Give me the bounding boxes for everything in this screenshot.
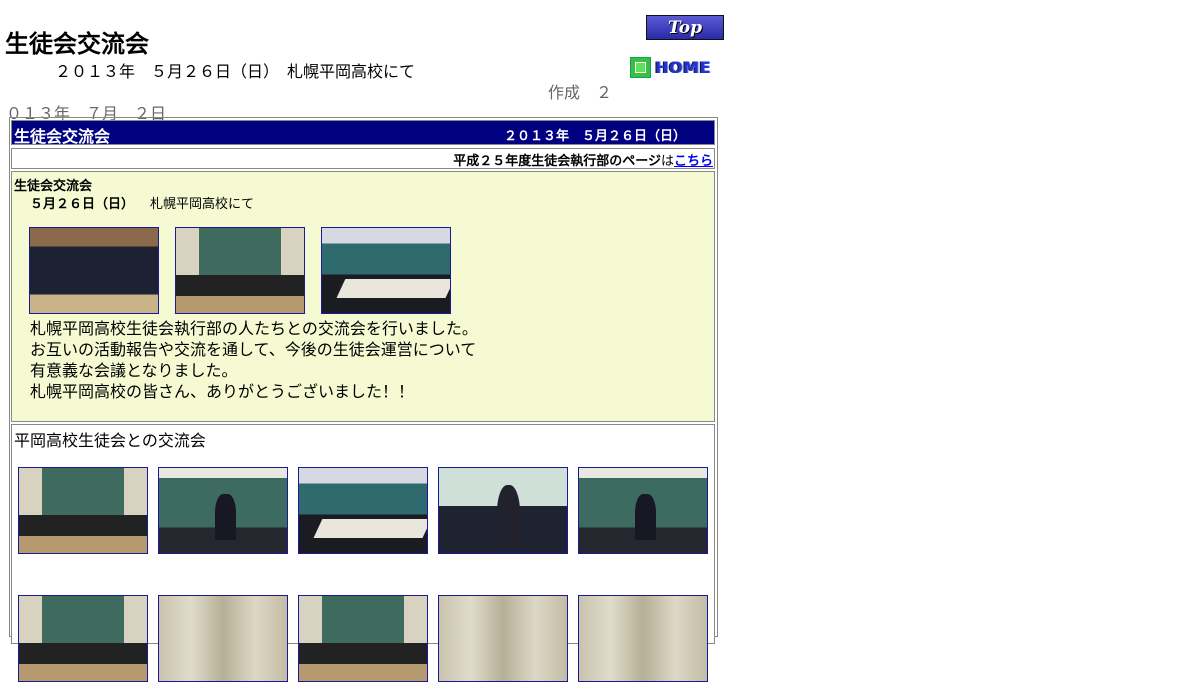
summary-place: 札幌平岡高校にて — [150, 197, 255, 212]
summary-body-line: お互いの活動報告や交流を通して、今後の生徒会運営について — [30, 340, 477, 359]
summary-body: 札幌平岡高校生徒会執行部の人たちとの交流会を行いました。 お互いの活動報告や交流… — [30, 318, 478, 402]
home-button[interactable]: HOME — [630, 56, 720, 79]
gallery-photo[interactable] — [298, 595, 428, 682]
gallery-photo[interactable] — [298, 467, 428, 554]
home-button-label: HOME — [655, 58, 711, 77]
summary-body-line: 札幌平岡高校の皆さん、ありがとうございました！！ — [30, 382, 415, 401]
gallery-section: 平岡高校生徒会との交流会 — [11, 424, 715, 682]
summary-body-line: 有意義な会議となりました。 — [30, 361, 238, 380]
page-title: 生徒会交流会 — [5, 30, 149, 58]
top-button[interactable]: Top — [646, 15, 724, 40]
photo-meeting-room-thumbnail[interactable] — [175, 227, 305, 314]
title-bar-text: 生徒会交流会 — [14, 127, 111, 146]
gallery-photo[interactable] — [158, 595, 288, 682]
title-bar-date: ２０１３年 ５月２６日（日） — [503, 129, 686, 144]
gallery-photo[interactable] — [578, 595, 708, 682]
summary-section: 生徒会交流会 ５月２６日（日） 札幌平岡高校にて 札幌平岡高校生徒会執行部の人たち… — [11, 171, 715, 422]
summary-date-line: ５月２６日（日） 札幌平岡高校にて — [30, 193, 254, 212]
link-particle: は — [660, 154, 674, 169]
photo-table-thumbnail[interactable] — [321, 227, 451, 314]
executive-page-link[interactable]: こちら — [674, 154, 713, 169]
photo-group-thumbnail[interactable] — [29, 227, 159, 314]
gallery-photo[interactable] — [18, 467, 148, 554]
gallery-photo[interactable] — [578, 467, 708, 554]
summary-title: 生徒会交流会 — [14, 179, 93, 194]
executive-page-text: 平成２５年度生徒会執行部のページ — [453, 154, 661, 169]
gallery-title: 平岡高校生徒会との交流会 — [14, 431, 206, 450]
created-date-part1: 作成 ２ — [548, 83, 613, 102]
summary-body-line: 札幌平岡高校生徒会執行部の人たちとの交流会を行いました。 — [30, 319, 478, 338]
gallery-photo[interactable] — [18, 595, 148, 682]
gallery-photo[interactable] — [158, 467, 288, 554]
executive-page-link-row: 平成２５年度生徒会執行部のページはこちら — [11, 148, 715, 169]
title-bar: 生徒会交流会 ２０１３年 ５月２６日（日） — [11, 120, 715, 146]
gallery-photo[interactable] — [438, 595, 568, 682]
event-subtitle: ２０１３年 ５月２６日（日） 札幌平岡高校にて — [55, 62, 416, 81]
summary-date: ５月２６日（日） — [30, 197, 135, 212]
top-button-label: Top — [668, 17, 702, 38]
home-square-icon — [630, 57, 651, 78]
gallery-photo[interactable] — [438, 467, 568, 554]
